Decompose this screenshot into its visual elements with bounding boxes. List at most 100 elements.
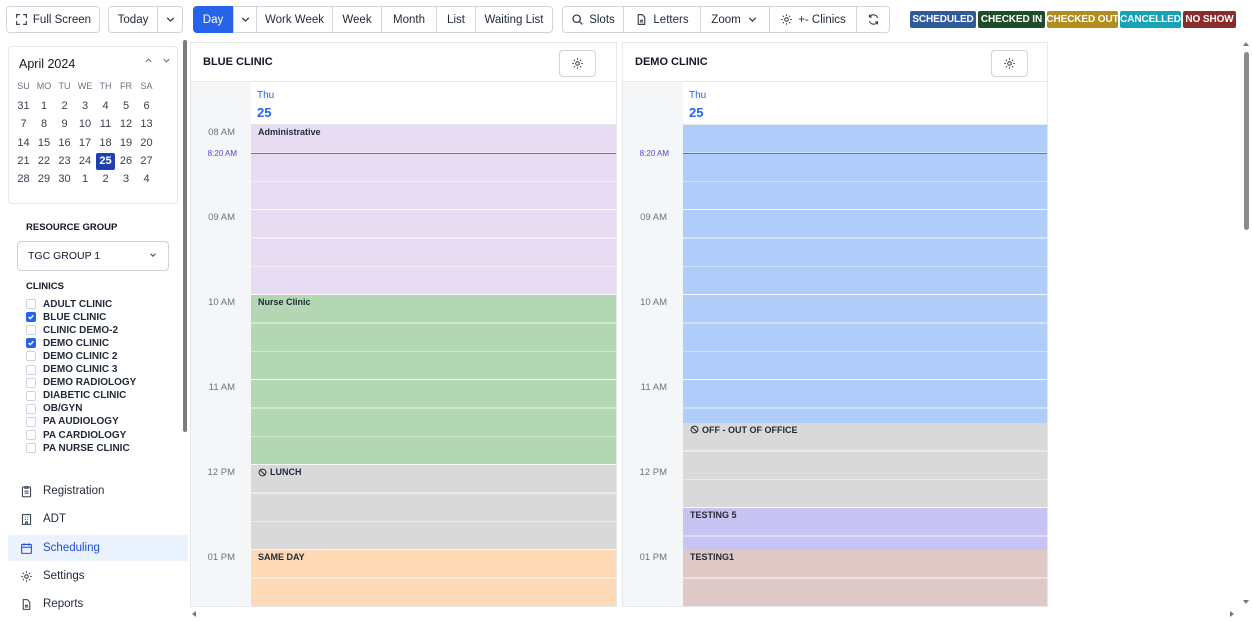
nav-settings[interactable]: Settings [8, 563, 188, 589]
panel-settings-button[interactable] [991, 50, 1028, 77]
calendar-day[interactable]: 2 [96, 171, 115, 188]
checkbox[interactable] [26, 377, 36, 388]
letters-button[interactable]: Letters [623, 6, 701, 33]
calendar-day[interactable]: 23 [55, 153, 74, 170]
schedule-block-testing-5[interactable]: TESTING 5 [683, 507, 1047, 550]
clinic-item[interactable]: DEMO CLINIC 3 [26, 364, 117, 376]
calendar-day[interactable]: 4 [137, 171, 156, 188]
schedule-block-testing1[interactable]: TESTING1 [683, 550, 1047, 606]
today-button[interactable]: Today [108, 6, 158, 33]
checkbox[interactable] [26, 351, 36, 362]
schedule-block-same-day[interactable]: SAME DAY [251, 550, 616, 606]
clinic-item[interactable]: DEMO CLINIC 2 [26, 350, 117, 362]
view-week-button[interactable]: Week [332, 6, 382, 33]
calendar-day[interactable]: 21 [14, 153, 33, 170]
checkbox[interactable] [26, 325, 36, 336]
calendar-day[interactable]: 3 [76, 98, 95, 115]
calendar-day[interactable]: 1 [76, 171, 95, 188]
view-day-button[interactable]: Day [193, 6, 233, 33]
clinic-item[interactable]: DIABETIC CLINIC [26, 390, 126, 402]
calendar-day[interactable]: 12 [117, 116, 136, 133]
schedule-block-administrative[interactable]: Administrative [251, 125, 616, 295]
schedule-block-open[interactable] [683, 125, 1047, 423]
today-dropdown-button[interactable] [157, 6, 183, 33]
slots-button[interactable]: Slots [562, 6, 624, 33]
day-header[interactable]: Thu 25 [251, 82, 616, 125]
checkbox[interactable] [26, 403, 36, 414]
waiting-list-button[interactable]: Waiting List [475, 6, 553, 33]
calendar-day[interactable]: 5 [117, 98, 136, 115]
clinic-item[interactable]: CLINIC DEMO-2 [26, 324, 118, 336]
calendar-day[interactable]: 1 [35, 98, 54, 115]
nav-registration[interactable]: Registration [8, 478, 188, 504]
sidebar-scroll-thumb[interactable] [183, 40, 187, 432]
calendar-day-selected[interactable]: 25 [96, 152, 115, 170]
clinic-item[interactable]: BLUE CLINIC [26, 311, 106, 323]
day-dropdown-button[interactable] [233, 6, 257, 33]
calendar-day[interactable]: 8 [35, 116, 54, 133]
calendar-day[interactable]: 4 [96, 98, 115, 115]
gear-icon [1004, 58, 1015, 69]
schedule-block-nurse-clinic[interactable]: Nurse Clinic [251, 295, 616, 465]
nav-adt[interactable]: ADT [8, 506, 188, 532]
clinic-item[interactable]: PA NURSE CLINIC [26, 442, 130, 454]
calendar-day[interactable]: 15 [35, 135, 54, 152]
calendar-day[interactable]: 10 [76, 116, 95, 133]
calendar-day[interactable]: 27 [137, 153, 156, 170]
nav-scheduling[interactable]: Scheduling [8, 535, 188, 561]
calendar-day[interactable]: 28 [14, 171, 33, 188]
calendar-day[interactable]: 7 [14, 116, 33, 133]
calendar-next-button[interactable] [161, 55, 172, 69]
clinic-item[interactable]: PA CARDIOLOGY [26, 429, 126, 441]
main-scroll-thumb[interactable] [1244, 52, 1249, 230]
checkbox[interactable] [26, 430, 36, 440]
day-header[interactable]: Thu 25 [683, 82, 1047, 125]
calendar-day[interactable]: 6 [137, 98, 156, 115]
schedule-block-off-out-of-office[interactable]: OFF - OUT OF OFFICE [683, 422, 1047, 508]
checkbox-checked[interactable] [26, 338, 36, 349]
horizontal-scrollbar[interactable] [190, 607, 1240, 621]
calendar-day[interactable]: 17 [76, 135, 95, 152]
view-month-button[interactable]: Month [381, 6, 437, 33]
calendar-day[interactable]: 16 [55, 135, 74, 152]
clinic-item[interactable]: DEMO RADIOLOGY [26, 377, 136, 389]
calendar-day[interactable]: 9 [55, 116, 74, 133]
checkbox-checked[interactable] [26, 312, 36, 323]
calendar-day[interactable]: 26 [117, 153, 136, 170]
view-work-week-button[interactable]: Work Week [256, 6, 333, 33]
checkbox[interactable] [26, 416, 36, 427]
clinic-item[interactable]: PA AUDIOLOGY [26, 416, 119, 428]
calendar-day[interactable]: 22 [35, 153, 54, 170]
refresh-button[interactable] [856, 6, 890, 33]
panel-settings-button[interactable] [559, 50, 596, 77]
clinics-toggle-button[interactable]: +- Clinics [769, 6, 857, 33]
clinic-item[interactable]: ADULT CLINIC [26, 298, 112, 310]
calendar-day[interactable]: 14 [14, 135, 33, 152]
calendar-day[interactable]: 29 [35, 171, 54, 188]
calendar-day[interactable]: 30 [55, 171, 74, 188]
checkbox[interactable] [26, 443, 36, 454]
zoom-dropdown[interactable]: Zoom [700, 6, 770, 33]
clinic-item[interactable]: OB/GYN [26, 403, 82, 415]
sidebar-scrollbar[interactable] [182, 38, 188, 468]
calendar-day[interactable]: 11 [96, 116, 115, 133]
clinic-item[interactable]: DEMO CLINIC [26, 337, 109, 349]
nav-reports[interactable]: Reports [8, 591, 188, 617]
calendar-day[interactable]: 18 [96, 135, 115, 152]
calendar-prev-button[interactable] [143, 55, 154, 69]
full-screen-button[interactable]: Full Screen [6, 6, 100, 33]
calendar-day[interactable]: 19 [117, 135, 136, 152]
schedule-block-lunch[interactable]: LUNCH [251, 465, 616, 550]
calendar-day[interactable]: 24 [76, 153, 95, 170]
calendar-day[interactable]: 13 [137, 116, 156, 133]
calendar-day[interactable]: 20 [137, 135, 156, 152]
checkbox[interactable] [26, 390, 36, 401]
main-vertical-scrollbar[interactable] [1240, 38, 1252, 608]
calendar-day[interactable]: 3 [117, 171, 136, 188]
calendar-day[interactable]: 2 [55, 98, 74, 115]
checkbox[interactable] [26, 364, 36, 375]
view-list-button[interactable]: List [436, 6, 476, 33]
resource-group-select[interactable]: TGC GROUP 1 [17, 241, 169, 271]
calendar-day[interactable]: 31 [14, 98, 33, 115]
checkbox[interactable] [26, 299, 36, 309]
